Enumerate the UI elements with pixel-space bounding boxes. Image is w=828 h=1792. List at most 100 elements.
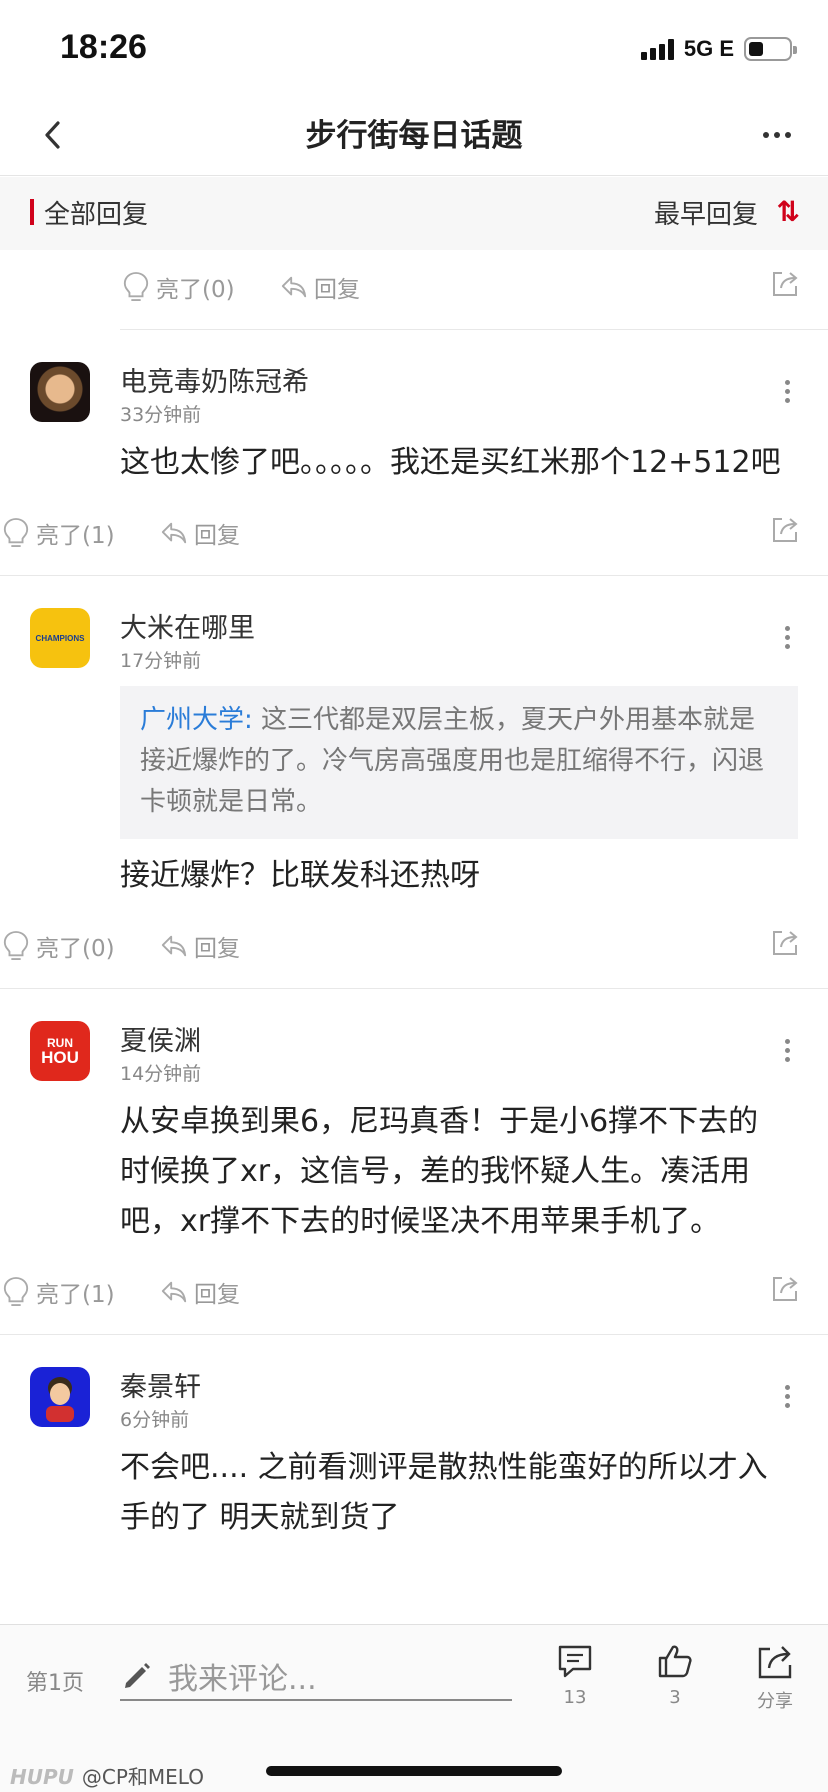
watermark: HUPU @CP和MELO	[10, 1761, 204, 1790]
reply-item: CHAMPIONS 大米在哪里 17分钟前 广州大学: 这三代都是双层主板，夏天…	[0, 576, 828, 989]
reply-body: 不会吧.... 之前看测评是散热性能蛮好的所以才入手的了 明天就到货了	[120, 1450, 768, 1535]
watermark-user: @CP和MELO	[81, 1765, 204, 1789]
post-actions: 亮了(0) 回复	[120, 250, 828, 330]
reply-menu-button[interactable]	[785, 626, 790, 649]
avatar-text: CHAMPIONS	[35, 633, 85, 643]
bulb-icon	[2, 930, 30, 962]
comments-button[interactable]: 13	[540, 1641, 610, 1708]
bulb-icon	[2, 1276, 30, 1308]
like-count: 亮了(1)	[36, 523, 115, 549]
status-indicators: 5G E	[640, 36, 797, 62]
avatar-face-icon	[46, 1377, 74, 1422]
reply-item: 秦景轩 6分钟前 不会吧.... 之前看测评是散热性能蛮好的所以才入手的了 明天…	[0, 1335, 828, 1551]
reply-icon	[280, 274, 308, 300]
home-indicator[interactable]	[266, 1766, 562, 1776]
likes-count: 3	[669, 1687, 681, 1708]
like-post-button[interactable]: 3	[640, 1641, 710, 1708]
reply-time: 14分钟前	[120, 1063, 202, 1085]
reply-body: 接近爆炸？比联发科还热呀	[120, 858, 480, 893]
reply-item: 电竞毒奶陈冠希 33分钟前 这也太惨了吧。。。。。我还是买红米那个12+512吧…	[0, 330, 828, 576]
reply-icon	[160, 520, 188, 546]
dot-icon	[774, 132, 780, 138]
avatar[interactable]: CHAMPIONS	[30, 608, 90, 668]
more-button[interactable]	[752, 112, 802, 158]
username[interactable]: 电竞毒奶陈冠希	[120, 360, 309, 399]
share-post-button[interactable]: 分享	[740, 1641, 810, 1713]
signal-icon	[640, 38, 674, 60]
share-icon	[770, 268, 800, 298]
all-replies-tab[interactable]: 全部回复	[44, 194, 148, 231]
status-bar: 18:26 5G E	[0, 0, 828, 96]
avatar[interactable]	[30, 362, 90, 422]
comments-count: 13	[563, 1687, 587, 1708]
reply-header: 秦景轩 6分钟前	[0, 1335, 828, 1431]
reply-menu-button[interactable]	[785, 1385, 790, 1408]
thumbs-up-icon	[658, 1645, 692, 1678]
post-actions: 亮了(1) 回复	[0, 496, 828, 576]
share-button[interactable]	[770, 927, 800, 957]
reply-button[interactable]: 回复	[160, 1275, 240, 1309]
reply-menu-button[interactable]	[785, 1039, 790, 1062]
share-button[interactable]	[770, 514, 800, 544]
username[interactable]: 夏侯渊	[120, 1019, 201, 1058]
pencil-icon	[125, 1663, 150, 1688]
reply-body: 从安卓换到果6，尼玛真香！于是小6撑不下去的时候换了xr，这信号，差的我怀疑人生…	[120, 1104, 759, 1239]
section-accent	[30, 199, 34, 225]
nav-bar: 步行街每日话题	[0, 96, 828, 176]
battery-icon	[744, 37, 797, 61]
reply-label: 回复	[314, 277, 360, 303]
like-button[interactable]: 亮了(1)	[2, 516, 115, 550]
comment-input[interactable]: 我来评论...	[120, 1653, 512, 1701]
reply-header: 电竞毒奶陈冠希 33分钟前	[0, 330, 828, 426]
dot-icon	[763, 132, 769, 138]
reply-filter-bar: 全部回复 最早回复 ⇅	[0, 177, 828, 250]
comment-icon	[558, 1645, 592, 1678]
share-icon	[770, 927, 800, 957]
reply-label: 回复	[194, 936, 240, 962]
dot-icon	[785, 132, 791, 138]
share-button[interactable]	[770, 268, 800, 298]
reply-body: 这也太惨了吧。。。。。我还是买红米那个12+512吧	[120, 445, 781, 480]
network-type: 5G E	[683, 36, 734, 61]
status-time: 18:26	[60, 28, 147, 66]
sort-earliest-button[interactable]: 最早回复	[654, 194, 758, 231]
page-title: 步行街每日话题	[305, 118, 523, 154]
avatar-text-bottom: HOU	[41, 1047, 79, 1067]
reply-header: RUN HOU 夏侯渊 14分钟前	[0, 989, 828, 1085]
share-button[interactable]	[770, 1273, 800, 1303]
avatar[interactable]: RUN HOU	[30, 1021, 90, 1081]
like-count: 亮了(0)	[156, 277, 235, 303]
like-button[interactable]: 亮了(0)	[2, 929, 115, 963]
watermark-brand: HUPU	[10, 1765, 74, 1789]
post-actions: 亮了(1) 回复	[0, 1255, 828, 1335]
share-label: 分享	[757, 1691, 793, 1712]
page-indicator[interactable]: 第1页	[26, 1665, 84, 1697]
comment-placeholder: 我来评论...	[168, 1662, 317, 1697]
reply-time: 33分钟前	[120, 404, 202, 426]
reply-label: 回复	[194, 523, 240, 549]
post-actions: 亮了(0) 回复	[0, 909, 828, 989]
username[interactable]: 秦景轩	[120, 1365, 201, 1404]
like-button[interactable]: 亮了(1)	[2, 1275, 115, 1309]
quoted-reply[interactable]: 广州大学: 这三代都是双层主板，夏天户外用基本就是接近爆炸的了。冷气房高强度用也…	[120, 686, 798, 839]
reply-button[interactable]: 回复	[160, 516, 240, 550]
username[interactable]: 大米在哪里	[120, 606, 255, 645]
reply-button[interactable]: 回复	[280, 270, 360, 304]
reply-header: CHAMPIONS 大米在哪里 17分钟前	[0, 576, 828, 672]
quoted-username[interactable]: 广州大学:	[140, 705, 253, 735]
avatar-text-top: RUN	[47, 1035, 73, 1050]
share-icon	[758, 1646, 792, 1679]
reply-time: 6分钟前	[120, 1409, 190, 1431]
avatar[interactable]	[30, 1367, 90, 1427]
reply-time: 17分钟前	[120, 650, 202, 672]
reply-menu-button[interactable]	[785, 380, 790, 403]
reply-label: 回复	[194, 1282, 240, 1308]
share-icon	[770, 1273, 800, 1303]
reply-item: RUN HOU 夏侯渊 14分钟前 从安卓换到果6，尼玛真香！于是小6撑不下去的…	[0, 989, 828, 1335]
reply-icon	[160, 1279, 188, 1305]
like-button[interactable]: 亮了(0)	[122, 270, 235, 304]
sort-icon[interactable]: ⇅	[777, 195, 800, 228]
reply-button[interactable]: 回复	[160, 929, 240, 963]
bulb-icon	[2, 517, 30, 549]
share-icon	[770, 514, 800, 544]
